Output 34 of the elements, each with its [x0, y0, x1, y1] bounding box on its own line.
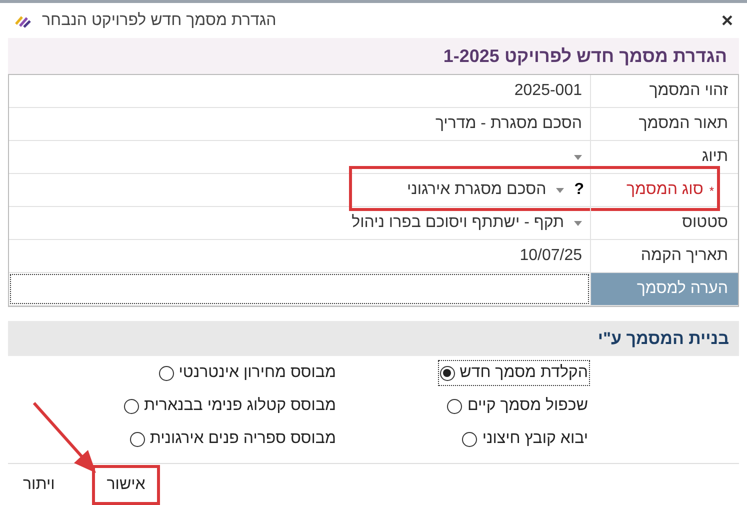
- field-label: סוג המסמך: [626, 180, 704, 200]
- dialog-button[interactable]: ויתור: [8, 465, 70, 505]
- field-value[interactable]: 2025-001: [9, 75, 590, 107]
- radio-option[interactable]: הקלדת מסמך חדש: [438, 361, 589, 385]
- caret-icon: [574, 154, 582, 160]
- app-logo-icon: [14, 14, 32, 28]
- field-value[interactable]: הסכם מסגרת - מדריך: [9, 108, 590, 140]
- dropdown-field[interactable]: תקף - ישתתף ויסוכם בפרו ניהול: [9, 207, 590, 239]
- form-title: הגדרת מסמך חדש לפרויקט 1-2025: [443, 44, 727, 68]
- radio-option[interactable]: שכפול מסמך קיים: [446, 394, 589, 418]
- dropdown-value: הסכם מסגרת אירגוני: [406, 180, 546, 200]
- caret-icon: [574, 220, 582, 226]
- caret-icon: [556, 188, 564, 192]
- field-label: תאריך הקמה: [590, 240, 738, 272]
- dropdown-field[interactable]: ? הסכם מסגרת אירגוני: [9, 174, 590, 206]
- field-label: תיוג: [590, 141, 738, 173]
- window-title: הגדרת מסמך חדש לפרויקט הנבחר: [42, 10, 276, 30]
- dialog-button[interactable]: אישור: [92, 465, 160, 505]
- required-mark: *: [709, 183, 714, 200]
- help-icon[interactable]: ?: [574, 178, 584, 202]
- dropdown-value: תקף - ישתתף ויסוכם בפרו ניהול: [352, 213, 564, 233]
- radio-option[interactable]: יבוא קובץ חיצוני: [461, 427, 589, 451]
- close-button[interactable]: ×: [721, 10, 733, 30]
- pointer-arrow: [32, 402, 96, 473]
- note-input-field[interactable]: [10, 274, 589, 304]
- field-label: סטטוס: [590, 207, 738, 239]
- radio-option[interactable]: מבוסס ספריה פנים אירגונית: [128, 427, 337, 451]
- field-label: זהוי המסמך: [590, 75, 738, 107]
- field-value[interactable]: 10/07/25: [9, 240, 590, 272]
- section-title: בניית המסמך ע"י: [598, 328, 729, 350]
- field-label: תאור המסמך: [590, 108, 738, 140]
- field-label: הערה למסמך: [636, 279, 728, 299]
- radio-option[interactable]: מבוסס קטלוג פנימי בבנארית: [123, 394, 337, 418]
- radio-option[interactable]: מבוסס מחירון אינטרנטי: [158, 361, 337, 385]
